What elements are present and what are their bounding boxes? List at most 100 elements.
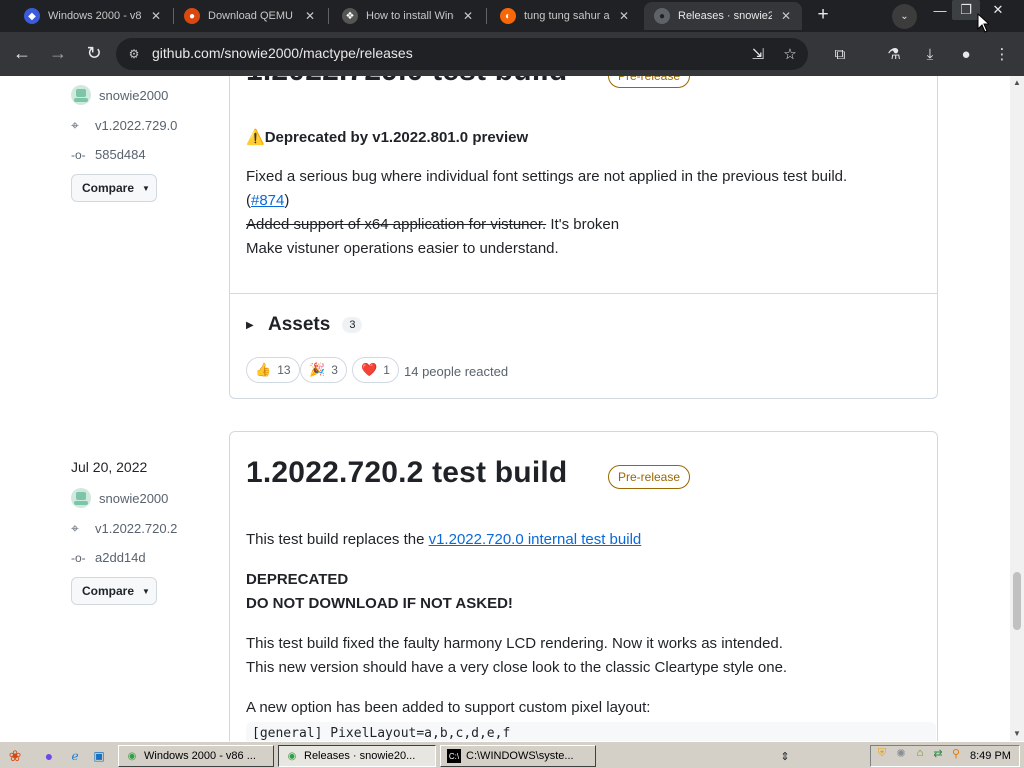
commit-hash: a2dd14d — [95, 550, 146, 565]
reaction-heart[interactable]: ❤️ 1 — [352, 357, 399, 383]
warning-icon: ⚠️ — [246, 129, 265, 146]
release-title[interactable]: 1.2022.720.2 test build — [246, 456, 567, 490]
page-viewport: snowie2000 ⌖ v1.2022.729.0 -o- 585d484 C… — [0, 76, 1010, 741]
mouse-cursor-icon — [977, 13, 989, 33]
close-icon: ✕ — [992, 2, 1004, 17]
release-note-line: This new version should have a very clos… — [246, 659, 788, 676]
howto-icon: ❖ — [342, 8, 358, 24]
taskbar-grip-icon[interactable]: ⇕ — [776, 747, 794, 765]
assets-toggle[interactable]: ▶ Assets 3 — [246, 314, 363, 336]
close-tab-icon[interactable]: ✕ — [460, 9, 476, 23]
ie-icon[interactable]: ℯ — [66, 747, 84, 765]
release-note-line: Fixed a serious bug where individual fon… — [246, 168, 848, 185]
download-icon[interactable]: ⤓ — [918, 42, 942, 66]
arrows-icon[interactable]: ⇄ — [930, 745, 946, 761]
release-tag[interactable]: ⌖ v1.2022.729.0 — [71, 117, 177, 134]
browser-tab-active[interactable]: ● Releases · snowie2000 ✕ — [644, 2, 802, 30]
minimize-button[interactable]: — — [926, 0, 954, 20]
qemu-icon: ● — [184, 8, 200, 24]
release-author[interactable]: snowie2000 — [71, 488, 168, 508]
close-tab-icon[interactable]: ✕ — [778, 9, 794, 23]
new-tab-button[interactable]: + — [812, 5, 834, 27]
deprecated-heading: DEPRECATED — [246, 571, 349, 588]
tab-search-button[interactable]: ⌄ — [892, 4, 917, 29]
chrome-icon: ◉ — [287, 750, 297, 762]
sun-icon[interactable]: ✺ — [893, 745, 909, 761]
taskbar-button-active[interactable]: ◉ Releases · snowie20... — [278, 745, 436, 767]
tab-title: Releases · snowie2000 — [678, 10, 772, 22]
internal-build-link[interactable]: v1.2022.720.0 internal test build — [429, 531, 642, 548]
release-note-line: This test build replaces the v1.2022.720… — [246, 531, 642, 548]
page-scrollbar[interactable]: ▲ ▼ — [1010, 76, 1024, 741]
compare-label: Compare — [82, 181, 135, 195]
outlook-icon[interactable]: ▣ — [90, 747, 108, 765]
network-icon[interactable]: ⌂ — [912, 745, 928, 761]
close-tab-icon[interactable]: ✕ — [616, 9, 632, 23]
release-note-line: This test build fixed the faulty harmony… — [246, 635, 783, 652]
cmd-icon: C:\ — [447, 749, 461, 763]
code-block: [general] PixelLayout=a,b,c,d,e,f — [246, 722, 936, 741]
card-divider — [230, 293, 937, 294]
restore-button[interactable]: ❐ — [952, 0, 980, 20]
back-button[interactable]: ← — [8, 39, 36, 67]
extensions-icon[interactable]: ⧉ — [828, 42, 852, 66]
close-tab-icon[interactable]: ✕ — [148, 9, 164, 23]
release-commit[interactable]: -o- 585d484 — [71, 147, 146, 162]
shield-icon[interactable]: ⛨ — [874, 745, 890, 761]
menu-icon[interactable]: ⋮ — [990, 42, 1014, 66]
browser-tab[interactable]: ● Download QEMU ✕ — [174, 2, 326, 30]
url-text[interactable]: github.com/snowie2000/mactype/releases — [152, 44, 413, 62]
tag-name: v1.2022.720.2 — [95, 521, 178, 536]
compare-label: Compare — [82, 584, 135, 598]
taskbar-button-label: C:\WINDOWS\syste... — [466, 750, 574, 762]
release-note-line: Added support of x64 application for vis… — [246, 216, 620, 233]
author-name: snowie2000 — [99, 490, 169, 506]
scroll-down-icon[interactable]: ▼ — [1010, 727, 1024, 741]
close-tab-icon[interactable]: ✕ — [302, 9, 318, 23]
reacted-summary: 14 people reacted — [404, 364, 509, 379]
start-icon[interactable]: ❀ — [6, 747, 24, 765]
release-author[interactable]: snowie2000 — [71, 85, 168, 105]
taskbar-button-label: Windows 2000 - v86 ... — [144, 750, 256, 762]
prerelease-badge: Pre-release — [608, 465, 691, 489]
deprecated-notice: ⚠️Deprecated by v1.2022.801.0 preview — [246, 129, 529, 146]
tab-separator — [486, 8, 487, 24]
release-tag[interactable]: ⌖ v1.2022.720.2 — [71, 520, 177, 537]
compare-button[interactable]: Compare ▼ — [71, 174, 157, 202]
issue-link[interactable]: #874 — [251, 192, 284, 209]
browser-tab[interactable]: ❖ How to install Windows ✕ — [332, 2, 484, 30]
labs-icon[interactable]: ⚗ — [882, 42, 906, 66]
reaction-tada[interactable]: 🎉 3 — [300, 357, 347, 383]
install-app-icon[interactable]: ⇲ — [746, 42, 770, 66]
reaction-count: 13 — [277, 363, 291, 377]
scroll-thumb[interactable] — [1013, 572, 1021, 630]
triangle-right-icon: ▶ — [246, 319, 254, 331]
thumbs-up-icon: 👍 — [255, 362, 272, 377]
media-icon[interactable]: ● — [40, 747, 58, 765]
reload-icon: ↻ — [86, 42, 102, 63]
release-commit[interactable]: -o- a2dd14d — [71, 550, 146, 565]
site-info-icon[interactable]: ⚙ — [126, 46, 142, 62]
browser-tab[interactable]: ◐ tung tung sahur a ✕ — [490, 2, 640, 30]
forward-button[interactable]: → — [44, 39, 72, 67]
profile-icon[interactable]: ● — [954, 42, 978, 66]
browser-tab[interactable]: ◆ Windows 2000 - v86 ✕ — [14, 2, 172, 30]
browser-tab-strip: ◆ Windows 2000 - v86 ✕ ● Download QEMU ✕… — [0, 0, 1024, 32]
minimize-icon: — — [933, 2, 947, 18]
reaction-thumbs-up[interactable]: 👍 13 — [246, 357, 300, 383]
prerelease-badge: Pre-release — [608, 76, 691, 88]
chevron-down-icon: ⌄ — [900, 11, 909, 22]
scroll-up-icon[interactable]: ▲ — [1010, 76, 1024, 90]
taskbar-clock: 8:49 PM — [970, 750, 1011, 762]
restore-icon: ❐ — [960, 2, 972, 17]
compare-button[interactable]: Compare ▼ — [71, 577, 157, 605]
author-name: snowie2000 — [99, 87, 169, 103]
tab-title: How to install Windows — [366, 10, 454, 22]
taskbar-button[interactable]: ◉ Windows 2000 - v86 ... — [118, 745, 274, 767]
tab-title: Windows 2000 - v86 — [48, 10, 142, 22]
release-title[interactable]: 1.2022.729.0 test build — [246, 76, 567, 88]
bookmark-star-icon[interactable]: ☆ — [778, 42, 802, 66]
reload-button[interactable]: ↻ — [80, 39, 108, 67]
taskbar-button[interactable]: C:\ C:\WINDOWS\syste... — [440, 745, 596, 767]
search-icon[interactable]: ⚲ — [948, 745, 964, 761]
